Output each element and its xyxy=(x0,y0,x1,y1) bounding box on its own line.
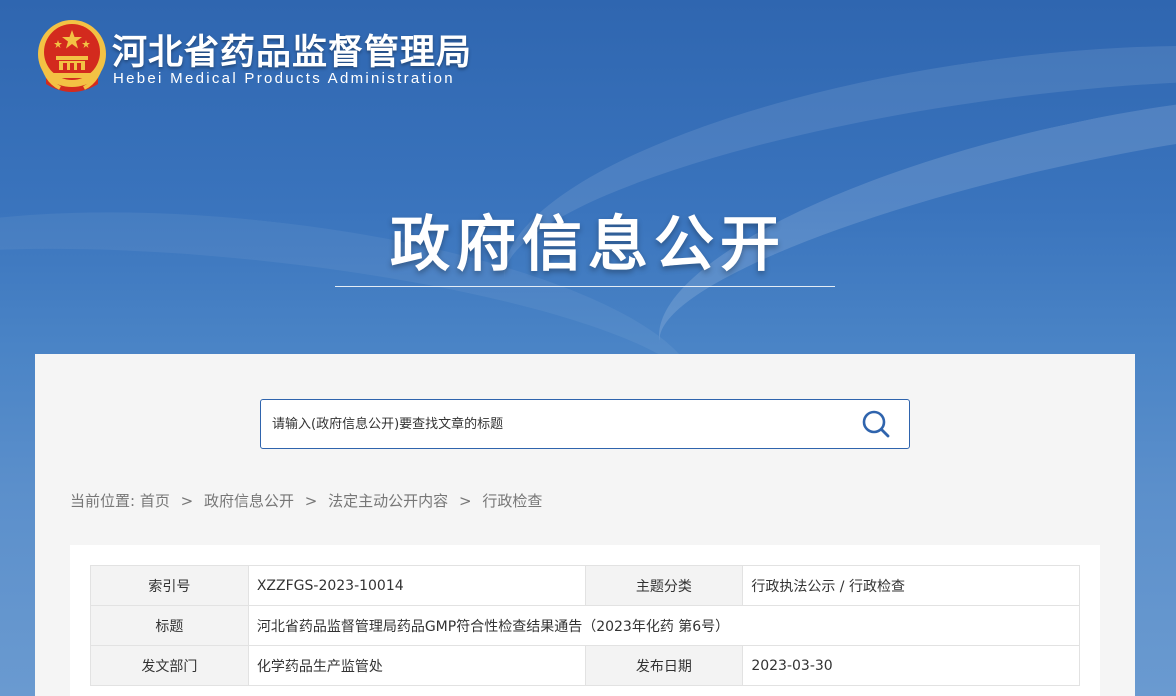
breadcrumb-statutory[interactable]: 法定主动公开内容 xyxy=(328,492,448,510)
table-row: 发文部门 化学药品生产监管处 发布日期 2023-03-30 xyxy=(90,645,1080,686)
dept-label: 发文部门 xyxy=(90,645,249,686)
breadcrumb: 当前位置: 首页 > 政府信息公开 > 法定主动公开内容 > 行政检查 xyxy=(70,490,542,511)
info-card: 索引号 XZZFGS-2023-10014 主题分类 行政执法公示 / 行政检查… xyxy=(70,545,1100,696)
breadcrumb-home[interactable]: 首页 xyxy=(140,492,170,510)
breadcrumb-separator: > xyxy=(458,492,472,510)
heading-divider xyxy=(335,286,835,287)
breadcrumb-separator: > xyxy=(304,492,318,510)
topic-label: 主题分类 xyxy=(584,565,744,606)
page-heading: 政府信息公开 xyxy=(390,210,786,280)
index-value: XZZFGS-2023-10014 xyxy=(247,565,586,606)
table-row: 标题 河北省药品监督管理局药品GMP符合性检查结果通告（2023年化药 第6号） xyxy=(90,605,1081,646)
content-panel: 当前位置: 首页 > 政府信息公开 > 法定主动公开内容 > 行政检查 索引号 … xyxy=(35,354,1135,696)
search-input[interactable] xyxy=(272,400,832,448)
info-table: 索引号 XZZFGS-2023-10014 主题分类 行政执法公示 / 行政检查… xyxy=(90,565,1081,686)
title-value: 河北省药品监督管理局药品GMP符合性检查结果通告（2023年化药 第6号） xyxy=(247,605,1081,646)
breadcrumb-gov-info[interactable]: 政府信息公开 xyxy=(204,492,294,510)
org-name-cn[interactable]: 河北省药品监督管理局 xyxy=(112,24,472,75)
breadcrumb-inspection[interactable]: 行政检查 xyxy=(482,492,542,510)
org-name-en: Hebei Medical Products Administration xyxy=(113,70,455,87)
index-label: 索引号 xyxy=(90,565,249,606)
title-label: 标题 xyxy=(90,605,249,646)
national-emblem-icon[interactable] xyxy=(36,18,108,94)
table-row: 索引号 XZZFGS-2023-10014 主题分类 行政执法公示 / 行政检查 xyxy=(90,565,1080,606)
search-icon[interactable] xyxy=(861,409,891,439)
breadcrumb-prefix: 当前位置: xyxy=(70,492,136,510)
date-label: 发布日期 xyxy=(584,645,744,686)
dept-value: 化学药品生产监管处 xyxy=(247,645,586,686)
breadcrumb-separator: > xyxy=(180,492,194,510)
topic-value: 行政执法公示 / 行政检查 xyxy=(742,565,1080,606)
date-value: 2023-03-30 xyxy=(742,645,1080,686)
search-box xyxy=(260,399,910,449)
